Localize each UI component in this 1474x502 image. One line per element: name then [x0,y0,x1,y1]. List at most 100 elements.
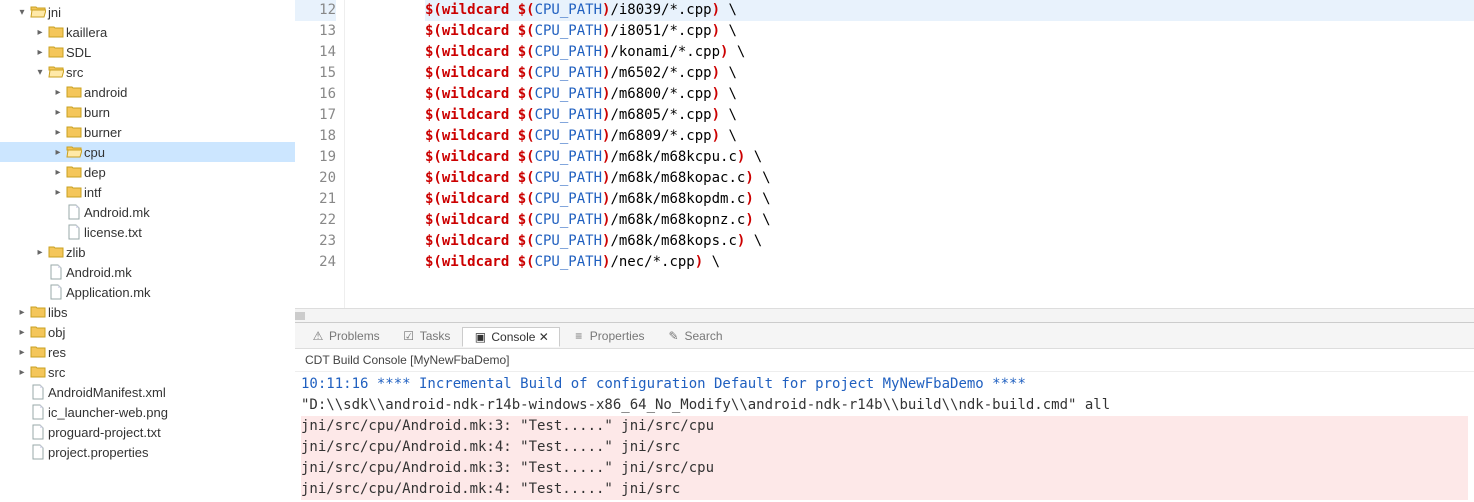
expand-icon[interactable]: ▸ [50,187,66,198]
tree-item-label: kaillera [66,25,107,40]
tree-item-burn[interactable]: ▸burn [0,102,295,122]
tree-item-src[interactable]: ▾src [0,62,295,82]
tree-item-libs[interactable]: ▸libs [0,302,295,322]
tree-item-android[interactable]: ▸ android [0,82,295,102]
expand-icon[interactable]: ▸ [32,47,48,58]
code-line[interactable]: $(wildcard $(CPU_PATH)/m6502/*.cpp) \ [425,63,1474,84]
tree-item-label: android [84,85,127,100]
tree-item-application-mk[interactable]: Application.mk [0,282,295,302]
collapse-icon[interactable]: ▾ [14,7,30,18]
expand-icon[interactable]: ▸ [14,307,30,318]
expand-icon[interactable]: ▸ [50,147,66,158]
folder-closed-icon [30,304,46,320]
expand-icon[interactable]: ▸ [50,107,66,118]
folder-closed-icon [48,24,64,40]
tree-item-label: project.properties [48,445,148,460]
properties-icon: ≡ [572,329,586,343]
search-icon: ✎ [667,329,681,343]
tab-tasks[interactable]: ☑Tasks [392,327,461,345]
folder-closed-icon [48,44,64,60]
code-line[interactable]: $(wildcard $(CPU_PATH)/i8039/*.cpp) \ [425,0,1474,21]
tree-item-label: Android.mk [66,265,132,280]
tree-item-zlib[interactable]: ▸ zlib [0,242,295,262]
expand-icon[interactable]: ▸ [32,27,48,38]
tree-item-intf[interactable]: ▸intf [0,182,295,202]
tree-item-ic-launcher-web-png[interactable]: ic_launcher-web.png [0,402,295,422]
tab-console[interactable]: ▣Console ✕ [462,327,559,347]
project-tree[interactable]: ▾jni▸kaillera▸SDL▾src▸android▸burn▸burne… [0,0,295,502]
tree-item-android-mk[interactable]: Android.mk [0,262,295,282]
line-number: 14 [295,42,336,63]
tree-item-label: proguard-project.txt [48,425,161,440]
line-number: 22 [295,210,336,231]
tree-item-dep[interactable]: ▸ dep [0,162,295,182]
code-line[interactable]: $(wildcard $(CPU_PATH)/m6805/*.cpp) \ [425,105,1474,126]
expand-icon[interactable]: ▸ [32,247,48,258]
tree-item-jni[interactable]: ▾ jni [0,2,295,22]
tree-item-obj[interactable]: ▸ obj [0,322,295,342]
tree-item-cpu[interactable]: ▸ cpu [0,142,295,162]
code-line[interactable]: $(wildcard $(CPU_PATH)/m68k/m68kops.c) \ [425,231,1474,252]
view-tabs: ⚠ Problems ☑Tasks▣Console ✕ ≡ Properties ✎Sea… [295,323,1474,349]
expand-icon[interactable]: ▸ [14,367,30,378]
tree-item-androidmanifest-xml[interactable]: AndroidManifest.xml [0,382,295,402]
code-line[interactable]: $(wildcard $(CPU_PATH)/m68k/m68kopnz.c) … [425,210,1474,231]
folder-closed-icon [30,364,46,380]
code-line[interactable]: $(wildcard $(CPU_PATH)/i8051/*.cpp) \ [425,21,1474,42]
tab-search[interactable]: ✎Search [657,327,733,345]
tree-item-label: Application.mk [66,285,151,300]
line-number: 24 [295,252,336,273]
expand-icon[interactable]: ▸ [14,327,30,338]
tab-problems[interactable]: ⚠ Problems [301,327,390,345]
tree-item-license-txt[interactable]: license.txt [0,222,295,242]
tree-item-label: src [48,365,65,380]
file-icon [48,264,64,280]
line-gutter: 12131415161718192021222324 [295,0,345,308]
tree-item-label: ic_launcher-web.png [48,405,168,420]
tree-item-label: dep [84,165,106,180]
tree-item-label: res [48,345,66,360]
folder-open-icon [30,4,46,20]
tree-item-burner[interactable]: ▸burner [0,122,295,142]
tree-item-project-properties[interactable]: project.properties [0,442,295,462]
console-output[interactable]: 10:11:16 **** Incremental Build of confi… [295,372,1474,502]
tab-properties[interactable]: ≡ Properties [562,327,655,345]
problems-icon: ⚠ [311,329,325,343]
expand-icon[interactable]: ▸ [50,167,66,178]
tree-item-label: obj [48,325,65,340]
console-line: jni/src/cpu/Android.mk:3: "Test....." jn… [301,416,1468,437]
code-content[interactable]: $(wildcard $(CPU_PATH)/i8039/*.cpp) \$(w… [345,0,1474,308]
code-line[interactable]: $(wildcard $(CPU_PATH)/m68k/m68kopac.c) … [425,168,1474,189]
tasks-icon: ☑ [402,329,416,343]
code-line[interactable]: $(wildcard $(CPU_PATH)/konami/*.cpp) \ [425,42,1474,63]
code-line[interactable]: $(wildcard $(CPU_PATH)/nec/*.cpp) \ [425,252,1474,273]
horizontal-scrollbar[interactable] [295,308,1474,322]
file-icon [48,284,64,300]
tab-label: Properties [590,329,645,343]
collapse-icon[interactable]: ▾ [32,67,48,78]
file-icon [30,424,46,440]
tree-item-label: cpu [84,145,105,160]
tree-item-proguard-project-txt[interactable]: proguard-project.txt [0,422,295,442]
tab-label: Problems [329,329,380,343]
file-icon [30,444,46,460]
folder-open-icon [48,64,64,80]
console-description: CDT Build Console [MyNewFbaDemo] [295,349,1474,372]
tree-item-sdl[interactable]: ▸SDL [0,42,295,62]
tree-item-kaillera[interactable]: ▸ kaillera [0,22,295,42]
tree-item-label: zlib [66,245,86,260]
expand-icon[interactable]: ▸ [14,347,30,358]
tree-item-res[interactable]: ▸ res [0,342,295,362]
code-editor[interactable]: 12131415161718192021222324 $(wildcard $(… [295,0,1474,308]
folder-closed-icon [30,324,46,340]
expand-icon[interactable]: ▸ [50,127,66,138]
line-number: 20 [295,168,336,189]
tree-item-label: jni [48,5,61,20]
code-line[interactable]: $(wildcard $(CPU_PATH)/m68k/m68kopdm.c) … [425,189,1474,210]
code-line[interactable]: $(wildcard $(CPU_PATH)/m6809/*.cpp) \ [425,126,1474,147]
expand-icon[interactable]: ▸ [50,87,66,98]
tree-item-android-mk[interactable]: Android.mk [0,202,295,222]
code-line[interactable]: $(wildcard $(CPU_PATH)/m6800/*.cpp) \ [425,84,1474,105]
tree-item-src[interactable]: ▸ src [0,362,295,382]
code-line[interactable]: $(wildcard $(CPU_PATH)/m68k/m68kcpu.c) \ [425,147,1474,168]
